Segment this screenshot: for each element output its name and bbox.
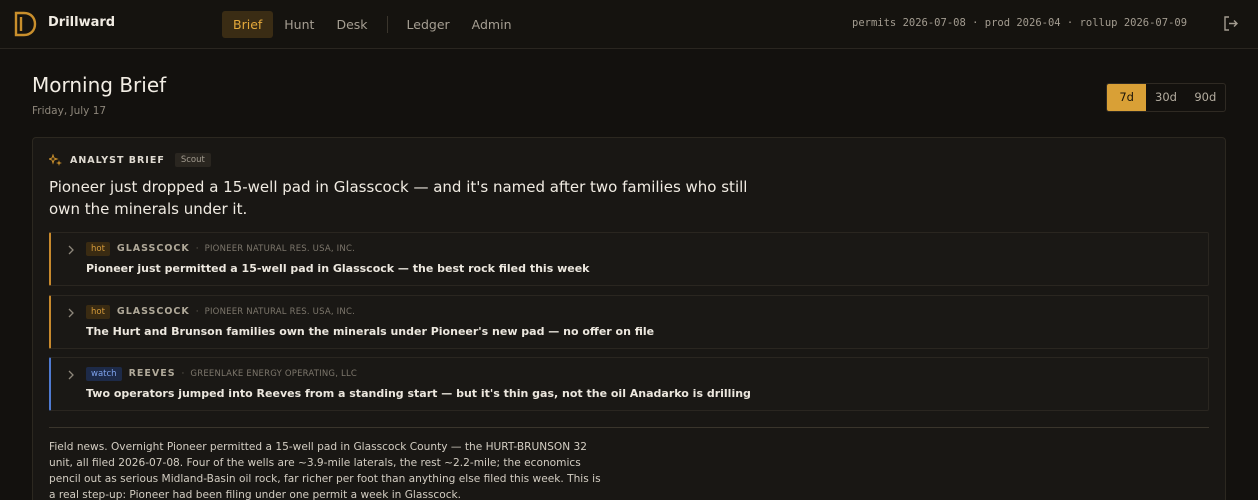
range-30d-button[interactable]: 30d (1146, 84, 1185, 111)
brief-header: ANALYST BRIEF Scout (49, 152, 211, 168)
main-nav: Brief Hunt Desk Ledger Admin (222, 11, 523, 38)
chevron-right-icon[interactable] (67, 244, 75, 256)
story-county: GLASSCOCK (116, 306, 190, 317)
story-meta: watch REEVES · GREENLAKE ENERGY OPERATIN… (86, 366, 357, 381)
story-title: Two operators jumped into Reeves from a … (86, 387, 751, 400)
brand-name[interactable]: Drillward (48, 15, 115, 30)
scout-badge: Scout (174, 153, 211, 167)
nav-ledger[interactable]: Ledger (396, 11, 461, 38)
meta-separator: · (181, 368, 185, 379)
brief-headline: Pioneer just dropped a 15-well pad in Gl… (49, 178, 748, 218)
hot-tag: hot (86, 241, 110, 256)
chevron-right-icon[interactable] (67, 307, 75, 319)
data-freshness-status: permits 2026-07-08 · prod 2026-04 · roll… (852, 17, 1188, 29)
meta-separator: · (195, 243, 199, 254)
watch-tag: watch (86, 366, 122, 381)
logout-icon[interactable] (1222, 15, 1239, 32)
drillward-logo-icon[interactable] (13, 11, 37, 37)
section-divider (49, 427, 1209, 428)
story-item[interactable]: watch REEVES · GREENLAKE ENERGY OPERATIN… (49, 357, 1209, 411)
story-item[interactable]: hot GLASSCOCK · PIONEER NATURAL RES. USA… (49, 232, 1209, 286)
story-item[interactable]: hot GLASSCOCK · PIONEER NATURAL RES. USA… (49, 295, 1209, 349)
chevron-right-icon[interactable] (67, 369, 75, 381)
hot-tag: hot (86, 304, 110, 319)
story-meta: hot GLASSCOCK · PIONEER NATURAL RES. USA… (86, 241, 355, 256)
story-title: Pioneer just permitted a 15-well pad in … (86, 262, 590, 275)
field-news-text: Field news. Overnight Pioneer permitted … (49, 441, 601, 500)
sparkle-icon (49, 153, 62, 166)
range-7d-button[interactable]: 7d (1107, 84, 1147, 111)
analyst-brief-card: ANALYST BRIEF Scout Pioneer just dropped… (32, 137, 1226, 500)
page-date: Friday, July 17 (32, 105, 107, 117)
story-title: The Hurt and Brunson families own the mi… (86, 325, 655, 338)
nav-hunt[interactable]: Hunt (273, 11, 325, 38)
meta-separator: · (195, 306, 199, 317)
nav-divider (386, 16, 388, 33)
story-meta: hot GLASSCOCK · PIONEER NATURAL RES. USA… (86, 304, 355, 319)
nav-brief[interactable]: Brief (222, 11, 274, 38)
nav-admin[interactable]: Admin (461, 11, 523, 38)
top-bar: Drillward Brief Hunt Desk Ledger Admin p… (0, 0, 1258, 49)
story-county: REEVES (128, 368, 176, 379)
page-title: Morning Brief (32, 73, 167, 97)
brief-label: ANALYST BRIEF (70, 154, 165, 166)
nav-desk[interactable]: Desk (325, 11, 378, 38)
range-selector: 7d 30d 90d (1106, 83, 1226, 112)
story-county: GLASSCOCK (116, 243, 190, 254)
story-operator: GREENLAKE ENERGY OPERATING, LLC (190, 368, 358, 379)
story-operator: PIONEER NATURAL RES. USA, INC. (204, 243, 355, 254)
story-operator: PIONEER NATURAL RES. USA, INC. (204, 306, 355, 317)
range-90d-button[interactable]: 90d (1186, 84, 1225, 111)
